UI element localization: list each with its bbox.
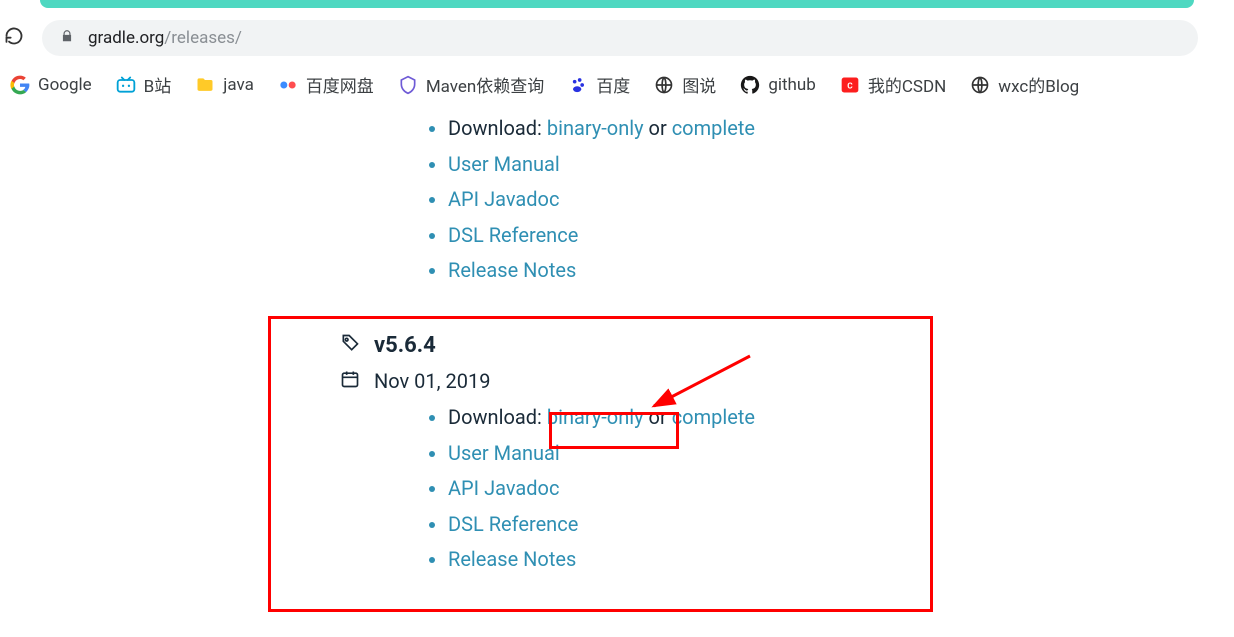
- list-item: Download: binary-only or complete: [448, 400, 1154, 436]
- download-label: Download:: [448, 405, 547, 429]
- github-icon: [740, 75, 760, 95]
- download-complete-link[interactable]: complete: [672, 405, 755, 429]
- list-item: DSL Reference: [448, 507, 1154, 543]
- bookmark-label: Google: [38, 75, 92, 95]
- download-binary-link[interactable]: binary-only: [547, 405, 644, 429]
- dsl-reference-link[interactable]: DSL Reference: [448, 223, 578, 247]
- list-item: API Javadoc: [448, 471, 1154, 507]
- list-item: User Manual: [448, 147, 1234, 183]
- baidu-pan-icon: [278, 75, 298, 95]
- release-date-row: Nov 01, 2019: [340, 369, 1154, 394]
- bookmark-baidu[interactable]: 百度: [568, 72, 630, 97]
- list-item: Download: binary-only or complete: [448, 111, 1234, 147]
- release-notes-link[interactable]: Release Notes: [448, 258, 576, 282]
- bookmark-maven[interactable]: Maven依赖查询: [398, 72, 545, 97]
- bookmark-google[interactable]: Google: [10, 75, 92, 95]
- download-complete-link[interactable]: complete: [672, 116, 755, 140]
- tag-icon: [340, 333, 360, 359]
- api-javadoc-link[interactable]: API Javadoc: [448, 187, 559, 211]
- user-manual-link[interactable]: User Manual: [448, 441, 560, 465]
- folder-icon: [195, 75, 215, 95]
- bookmarks-bar: Google B站 java 百度网盘 Maven依赖查询 百度 图说: [0, 62, 1234, 111]
- user-manual-link[interactable]: User Manual: [448, 152, 560, 176]
- maven-icon: [398, 75, 418, 95]
- globe-icon: [970, 75, 990, 95]
- tab-strip-accent: [40, 0, 1194, 8]
- bilibili-icon: [116, 75, 136, 95]
- list-item: Release Notes: [448, 542, 1154, 578]
- release-version-heading: v5.6.4: [340, 319, 1154, 359]
- bookmark-label: github: [768, 75, 816, 95]
- address-row: gradle.org/releases/: [0, 16, 1234, 62]
- download-label: Download:: [448, 116, 547, 140]
- bookmark-baidu-pan[interactable]: 百度网盘: [278, 72, 374, 97]
- lock-icon: [60, 28, 74, 48]
- list-item: User Manual: [448, 436, 1154, 472]
- google-icon: [10, 75, 30, 95]
- or-separator: or: [644, 405, 672, 429]
- release-notes-link[interactable]: Release Notes: [448, 547, 576, 571]
- bookmark-bilibili[interactable]: B站: [116, 72, 172, 97]
- api-javadoc-link[interactable]: API Javadoc: [448, 476, 559, 500]
- bookmark-label: 百度网盘: [306, 72, 374, 97]
- csdn-icon: C: [840, 75, 860, 95]
- release-links-prev: Download: binary-only or complete User M…: [420, 111, 1234, 289]
- bookmark-label: 百度: [596, 72, 630, 97]
- svg-text:C: C: [847, 81, 853, 91]
- url-path: /releases/: [164, 28, 242, 48]
- bookmark-csdn[interactable]: C 我的CSDN: [840, 72, 946, 97]
- bookmark-wxc-blog[interactable]: wxc的Blog: [970, 72, 1079, 97]
- version-text: v5.6.4: [374, 333, 436, 358]
- bookmark-java[interactable]: java: [195, 75, 254, 95]
- baidu-icon: [568, 75, 588, 95]
- calendar-icon: [340, 369, 360, 394]
- bookmark-label: 我的CSDN: [868, 72, 946, 97]
- bookmark-label: wxc的Blog: [998, 72, 1079, 97]
- globe-icon: [654, 75, 674, 95]
- release-date: Nov 01, 2019: [374, 369, 491, 393]
- bookmark-label: java: [223, 75, 254, 95]
- url-text: gradle.org/releases/: [88, 28, 242, 48]
- url-host: gradle.org: [88, 28, 164, 48]
- release-v5-6-4: v5.6.4 Nov 01, 2019 Download: binary-onl…: [340, 319, 1154, 578]
- bookmark-github[interactable]: github: [740, 75, 816, 95]
- dsl-reference-link[interactable]: DSL Reference: [448, 512, 578, 536]
- bookmark-label: B站: [144, 72, 172, 97]
- list-item: API Javadoc: [448, 182, 1234, 218]
- page-content: Download: binary-only or complete User M…: [0, 111, 1234, 578]
- bookmark-label: 图说: [682, 72, 716, 97]
- bookmark-tushuo[interactable]: 图说: [654, 72, 716, 97]
- download-binary-link[interactable]: binary-only: [547, 116, 644, 140]
- list-item: Release Notes: [448, 253, 1234, 289]
- list-item: DSL Reference: [448, 218, 1234, 254]
- reload-icon[interactable]: [4, 26, 24, 50]
- bookmark-label: Maven依赖查询: [426, 72, 545, 97]
- or-separator: or: [644, 116, 672, 140]
- address-bar[interactable]: gradle.org/releases/: [42, 20, 1198, 56]
